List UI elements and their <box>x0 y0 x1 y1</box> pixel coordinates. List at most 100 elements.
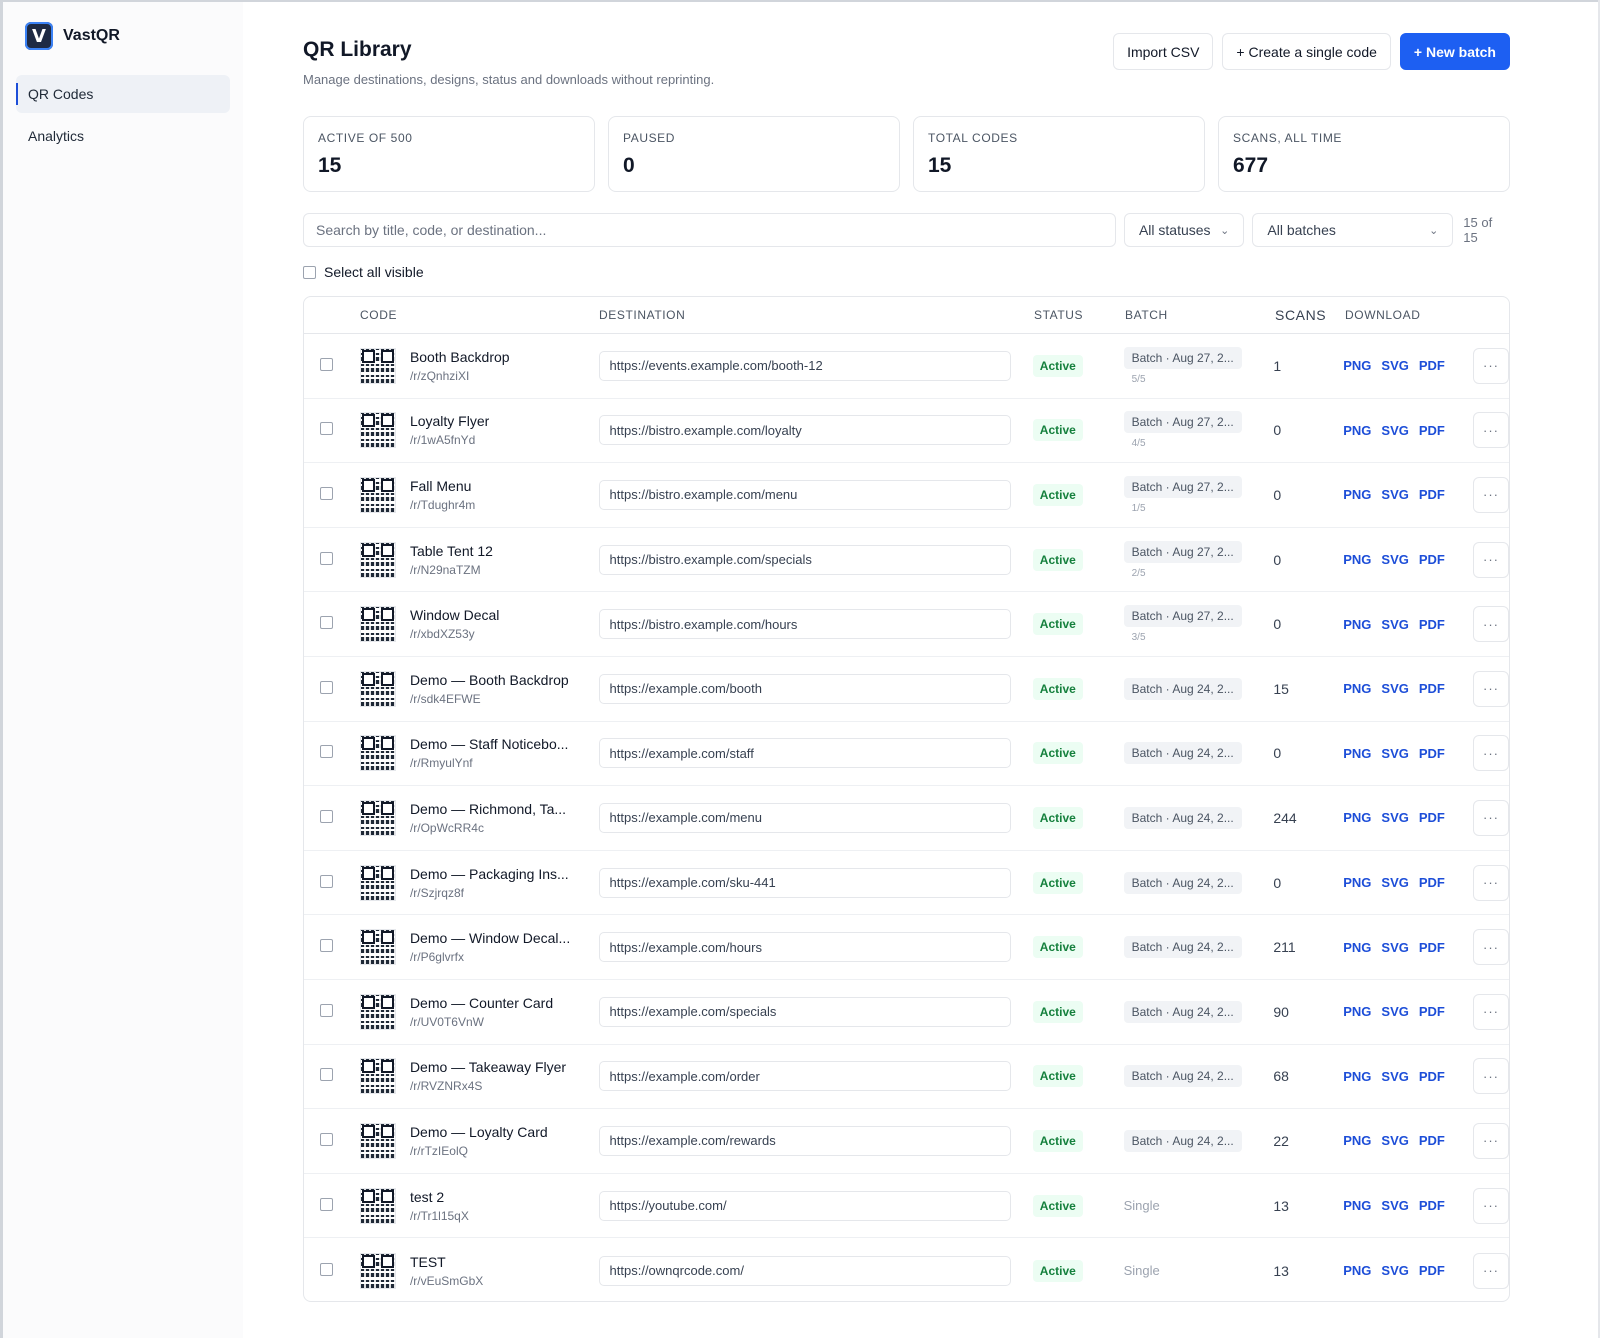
batch-chip[interactable]: Batch · Aug 24, 2... <box>1123 871 1242 894</box>
qr-code-icon[interactable] <box>359 1058 396 1095</box>
qr-code-icon[interactable] <box>359 929 396 966</box>
download-svg-link[interactable]: SVG <box>1381 940 1408 955</box>
ellipsis-icon[interactable]: ··· <box>1473 1058 1509 1095</box>
destination-input[interactable]: https://example.com/staff <box>598 738 1011 769</box>
qr-code-icon[interactable] <box>359 476 396 513</box>
row-checkbox[interactable] <box>320 1003 333 1017</box>
batch-chip[interactable]: Batch · Aug 24, 2... <box>1123 1065 1242 1088</box>
row-checkbox[interactable] <box>320 680 333 694</box>
download-png-link[interactable]: PNG <box>1343 1198 1371 1213</box>
code-title[interactable]: Window Decal <box>410 607 499 623</box>
row-checkbox[interactable] <box>320 357 333 371</box>
destination-input[interactable]: https://events.example.com/booth-12 <box>598 350 1011 381</box>
destination-input[interactable]: https://youtube.com/ <box>598 1190 1011 1221</box>
ellipsis-icon[interactable]: ··· <box>1473 735 1509 772</box>
status-badge[interactable]: Active <box>1032 419 1083 442</box>
code-title[interactable]: Demo — Staff Noticebo... <box>410 736 568 752</box>
download-pdf-link[interactable]: PDF <box>1419 1004 1445 1019</box>
row-checkbox[interactable] <box>320 1262 333 1276</box>
batch-chip[interactable]: Batch · Aug 24, 2... <box>1123 936 1242 959</box>
download-svg-link[interactable]: SVG <box>1381 487 1408 502</box>
qr-code-icon[interactable] <box>359 864 396 901</box>
qr-code-icon[interactable] <box>359 347 396 384</box>
ellipsis-icon[interactable]: ··· <box>1473 476 1509 513</box>
batch-chip[interactable]: Batch · Aug 24, 2... <box>1123 742 1242 765</box>
destination-input[interactable]: https://bistro.example.com/loyalty <box>598 415 1011 446</box>
row-checkbox[interactable] <box>320 1197 333 1211</box>
row-checkbox[interactable] <box>320 939 333 953</box>
download-pdf-link[interactable]: PDF <box>1419 552 1445 567</box>
download-svg-link[interactable]: SVG <box>1381 1198 1408 1213</box>
ellipsis-icon[interactable]: ··· <box>1473 799 1509 836</box>
download-pdf-link[interactable]: PDF <box>1419 1263 1445 1278</box>
ellipsis-icon[interactable]: ··· <box>1473 541 1509 578</box>
download-png-link[interactable]: PNG <box>1343 487 1371 502</box>
download-png-link[interactable]: PNG <box>1343 552 1371 567</box>
download-pdf-link[interactable]: PDF <box>1419 1198 1445 1213</box>
download-png-link[interactable]: PNG <box>1343 875 1371 890</box>
ellipsis-icon[interactable]: ··· <box>1473 993 1509 1030</box>
status-badge[interactable]: Active <box>1032 354 1083 377</box>
code-title[interactable]: Table Tent 12 <box>410 543 493 559</box>
download-png-link[interactable]: PNG <box>1343 810 1371 825</box>
row-checkbox[interactable] <box>320 1068 333 1082</box>
download-pdf-link[interactable]: PDF <box>1419 423 1445 438</box>
status-badge[interactable]: Active <box>1032 1065 1083 1088</box>
batch-chip[interactable]: Batch · Aug 27, 2... <box>1123 346 1242 369</box>
ellipsis-icon[interactable]: ··· <box>1473 347 1509 384</box>
status-badge[interactable]: Active <box>1032 871 1083 894</box>
download-png-link[interactable]: PNG <box>1343 1004 1371 1019</box>
destination-input[interactable]: https://example.com/order <box>598 1061 1011 1092</box>
code-title[interactable]: Fall Menu <box>410 478 475 494</box>
qr-code-icon[interactable] <box>359 606 396 643</box>
download-svg-link[interactable]: SVG <box>1381 617 1408 632</box>
ellipsis-icon[interactable]: ··· <box>1473 929 1509 966</box>
status-badge[interactable]: Active <box>1032 483 1083 506</box>
code-title[interactable]: Demo — Packaging Ins... <box>410 866 569 882</box>
batch-chip[interactable]: Batch · Aug 27, 2... <box>1123 605 1242 628</box>
download-svg-link[interactable]: SVG <box>1381 1133 1408 1148</box>
ellipsis-icon[interactable]: ··· <box>1473 1252 1509 1289</box>
row-checkbox[interactable] <box>320 551 333 565</box>
destination-input[interactable]: https://example.com/rewards <box>598 1125 1011 1156</box>
batch-chip[interactable]: Batch · Aug 24, 2... <box>1123 1129 1242 1152</box>
sidebar-item-qr-codes[interactable]: QR Codes <box>16 75 230 113</box>
row-checkbox[interactable] <box>320 745 333 759</box>
download-png-link[interactable]: PNG <box>1343 746 1371 761</box>
destination-input[interactable]: https://example.com/specials <box>598 996 1011 1027</box>
brand[interactable]: V VastQR <box>25 22 120 50</box>
download-pdf-link[interactable]: PDF <box>1419 875 1445 890</box>
row-checkbox[interactable] <box>320 486 333 500</box>
download-png-link[interactable]: PNG <box>1343 1263 1371 1278</box>
destination-input[interactable]: https://bistro.example.com/specials <box>598 544 1011 575</box>
row-checkbox[interactable] <box>320 874 333 888</box>
new-batch-button[interactable]: + New batch <box>1399 33 1510 70</box>
code-title[interactable]: Demo — Takeaway Flyer <box>410 1059 566 1075</box>
status-badge[interactable]: Active <box>1032 1259 1083 1282</box>
download-pdf-link[interactable]: PDF <box>1419 681 1445 696</box>
status-badge[interactable]: Active <box>1032 548 1083 571</box>
select-all-visible[interactable]: Select all visible <box>303 264 424 280</box>
select-all-checkbox[interactable] <box>303 265 316 279</box>
download-svg-link[interactable]: SVG <box>1381 746 1408 761</box>
destination-input[interactable]: https://example.com/booth <box>598 673 1011 704</box>
ellipsis-icon[interactable]: ··· <box>1473 864 1509 901</box>
download-pdf-link[interactable]: PDF <box>1419 810 1445 825</box>
qr-code-icon[interactable] <box>359 1122 396 1159</box>
download-svg-link[interactable]: SVG <box>1381 810 1408 825</box>
download-svg-link[interactable]: SVG <box>1381 552 1408 567</box>
code-title[interactable]: Booth Backdrop <box>410 349 510 365</box>
code-title[interactable]: TEST <box>410 1254 483 1270</box>
status-badge[interactable]: Active <box>1032 742 1083 765</box>
row-checkbox[interactable] <box>320 422 333 436</box>
qr-code-icon[interactable] <box>359 670 396 707</box>
status-badge[interactable]: Active <box>1032 806 1083 829</box>
qr-code-icon[interactable] <box>359 993 396 1030</box>
download-pdf-link[interactable]: PDF <box>1419 746 1445 761</box>
download-svg-link[interactable]: SVG <box>1381 1069 1408 1084</box>
qr-code-icon[interactable] <box>359 541 396 578</box>
status-badge[interactable]: Active <box>1032 677 1083 700</box>
batch-chip[interactable]: Batch · Aug 27, 2... <box>1123 411 1242 434</box>
code-title[interactable]: test 2 <box>410 1189 469 1205</box>
download-png-link[interactable]: PNG <box>1343 617 1371 632</box>
